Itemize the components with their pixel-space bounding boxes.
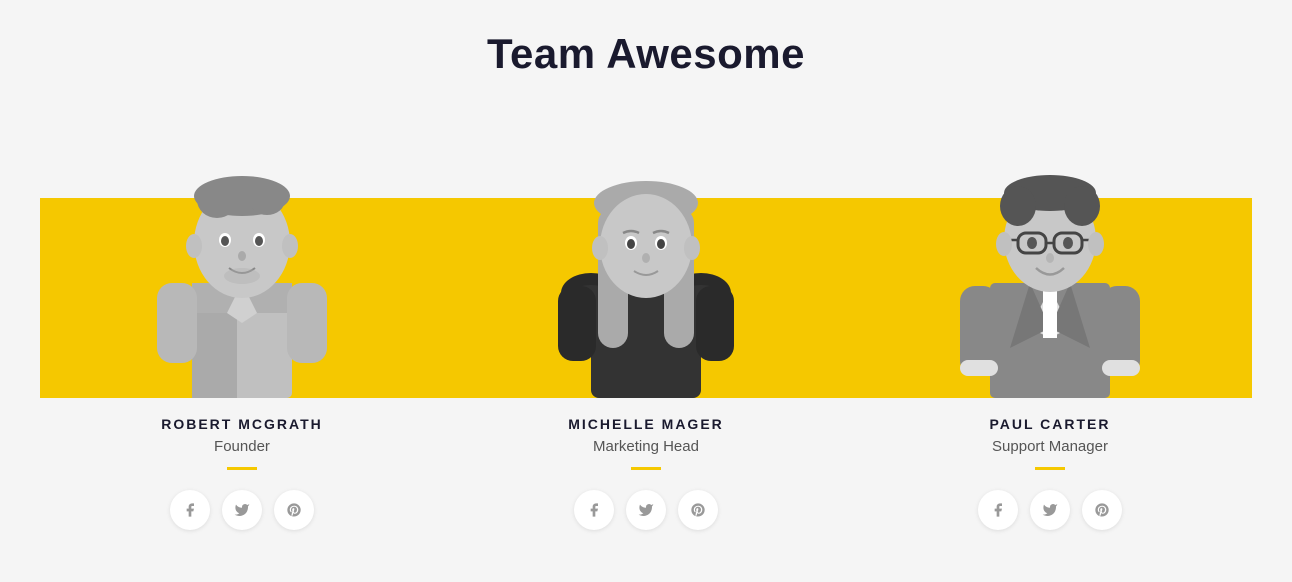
- member-photo-michelle: [506, 118, 786, 398]
- person-illustration-robert: [132, 128, 352, 398]
- twitter-icon-paul[interactable]: [1030, 490, 1070, 530]
- facebook-icon-michelle[interactable]: [574, 490, 614, 530]
- member-info-michelle: MICHELLE MAGER Marketing Head: [568, 416, 724, 530]
- team-members: ROBERT MCGRATH Founder: [0, 118, 1292, 530]
- member-photo-paul: [910, 118, 1190, 398]
- facebook-icon-robert[interactable]: [170, 490, 210, 530]
- twitter-icon-robert[interactable]: [222, 490, 262, 530]
- member-divider-paul: [1035, 467, 1065, 470]
- member-role-paul: Support Manager: [992, 438, 1108, 455]
- team-member-michelle: MICHELLE MAGER Marketing Head: [496, 118, 796, 530]
- member-divider-robert: [227, 467, 257, 470]
- social-icons-michelle: [574, 490, 718, 530]
- team-member-paul: PAUL CARTER Support Manager: [900, 118, 1200, 530]
- social-icons-robert: [170, 490, 314, 530]
- team-member-robert: ROBERT MCGRATH Founder: [92, 118, 392, 530]
- pinterest-icon-robert[interactable]: [274, 490, 314, 530]
- member-name-michelle: MICHELLE MAGER: [568, 416, 724, 432]
- pinterest-icon-michelle[interactable]: [678, 490, 718, 530]
- member-photo-robert: [102, 118, 382, 398]
- page-title: Team Awesome: [487, 30, 805, 78]
- person-illustration-paul: [940, 128, 1160, 398]
- member-name-paul: PAUL CARTER: [989, 416, 1110, 432]
- member-info-robert: ROBERT MCGRATH Founder: [161, 416, 323, 530]
- member-role-robert: Founder: [214, 438, 270, 455]
- team-container: ROBERT MCGRATH Founder: [0, 118, 1292, 530]
- pinterest-icon-paul[interactable]: [1082, 490, 1122, 530]
- person-illustration-michelle: [536, 128, 756, 398]
- member-role-michelle: Marketing Head: [593, 438, 699, 455]
- member-name-robert: ROBERT MCGRATH: [161, 416, 323, 432]
- member-divider-michelle: [631, 467, 661, 470]
- twitter-icon-michelle[interactable]: [626, 490, 666, 530]
- social-icons-paul: [978, 490, 1122, 530]
- member-info-paul: PAUL CARTER Support Manager: [978, 416, 1122, 530]
- facebook-icon-paul[interactable]: [978, 490, 1018, 530]
